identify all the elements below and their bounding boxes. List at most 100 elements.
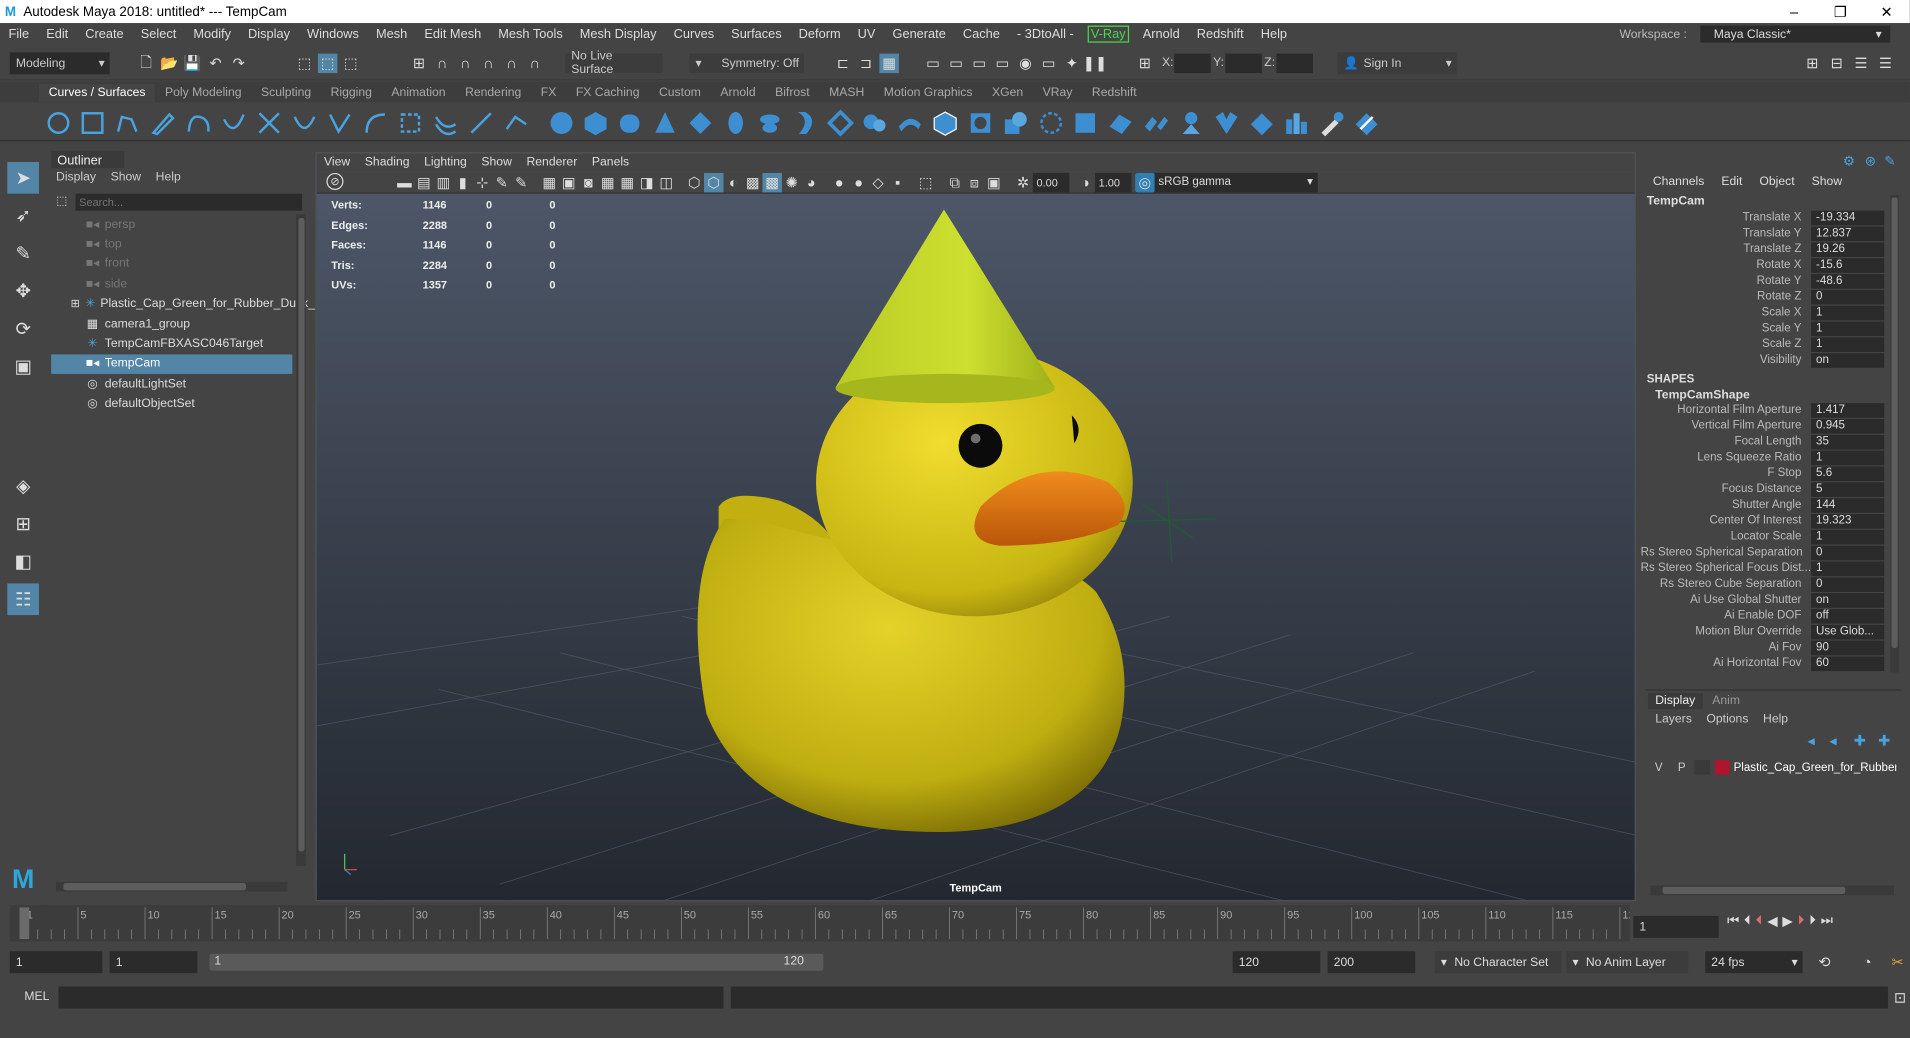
menu-vray[interactable]: V-Ray bbox=[1087, 25, 1130, 43]
channel-box-scrollbar[interactable] bbox=[1890, 194, 1899, 673]
minimize-button[interactable]: – bbox=[1771, 0, 1817, 23]
attribute-editor-icon[interactable]: ⊛ bbox=[1865, 153, 1876, 170]
viewport-menu-show[interactable]: Show bbox=[474, 156, 519, 169]
attribute-value[interactable]: 144 bbox=[1811, 497, 1885, 513]
camera-attributes-icon[interactable]: ⊘ bbox=[326, 172, 344, 191]
menu-deform[interactable]: Deform bbox=[790, 27, 849, 42]
list-item[interactable]: ⊞ ✳ Plastic_Cap_Green_for_Rubber_Duck_ bbox=[51, 294, 315, 314]
shelf-tab-xgen[interactable]: XGen bbox=[982, 84, 1033, 102]
viewport-menu-panels[interactable]: Panels bbox=[585, 156, 637, 169]
select-hierarchy-icon[interactable]: ⬚ bbox=[295, 54, 314, 73]
attribute-value[interactable]: -15.6 bbox=[1811, 257, 1885, 273]
attribute-value[interactable]: 0 bbox=[1811, 289, 1885, 304]
attribute-value[interactable]: 19.26 bbox=[1811, 241, 1885, 257]
hud-icon[interactable]: ▪ bbox=[888, 173, 907, 192]
nurbs-cylinder-icon[interactable] bbox=[616, 110, 643, 137]
attribute-value[interactable]: 1 bbox=[1811, 560, 1885, 576]
image-plane-icon[interactable]: ▤ bbox=[414, 173, 433, 192]
attribute-row[interactable]: Horizontal Film Aperture 1.417 bbox=[1641, 402, 1891, 418]
menu-windows[interactable]: Windows bbox=[299, 27, 368, 42]
persp-outliner-icon[interactable]: ◧ bbox=[7, 546, 39, 578]
menu-mesh-display[interactable]: Mesh Display bbox=[571, 27, 665, 42]
layer-menu-options[interactable]: Options bbox=[1706, 713, 1748, 726]
xray-icon[interactable]: ◫ bbox=[657, 173, 676, 192]
field-chart-icon[interactable]: ▣ bbox=[984, 173, 1003, 192]
attribute-value[interactable]: 12.837 bbox=[1811, 225, 1885, 241]
rotate-tool-icon[interactable]: ⟳ bbox=[7, 313, 39, 345]
layer-menu-help[interactable]: Help bbox=[1763, 713, 1788, 726]
lighting-editor-icon[interactable]: ✦ bbox=[1062, 54, 1081, 73]
extrude-icon[interactable] bbox=[861, 110, 888, 137]
snap-view-plane-icon[interactable]: ∩ bbox=[479, 54, 498, 73]
revolve-icon[interactable] bbox=[756, 110, 783, 137]
open-close-surfaces-icon[interactable] bbox=[1178, 110, 1205, 137]
menu-cache[interactable]: Cache bbox=[954, 27, 1008, 42]
list-item[interactable]: ▦ camera1_group bbox=[51, 314, 292, 334]
exposure-icon[interactable]: ✲ bbox=[1013, 173, 1032, 192]
attribute-row[interactable]: Scale X 1 bbox=[1641, 305, 1891, 321]
scale-tool-icon[interactable]: ▣ bbox=[7, 351, 39, 383]
attribute-value[interactable]: 1.417 bbox=[1811, 402, 1885, 418]
outliner-search-input[interactable] bbox=[75, 193, 303, 211]
outliner-tab[interactable]: Outliner bbox=[51, 151, 125, 169]
attribute-row[interactable]: Rs Stereo Cube Separation 0 bbox=[1641, 576, 1891, 592]
attribute-value[interactable]: Use Glob... bbox=[1811, 624, 1885, 639]
untrim-icon[interactable] bbox=[1072, 110, 1099, 137]
use-all-lights-icon[interactable]: ▦ bbox=[618, 173, 637, 192]
attribute-value[interactable]: 5.6 bbox=[1811, 465, 1885, 481]
menu-display[interactable]: Display bbox=[240, 27, 299, 42]
modeling-toolkit-icon[interactable]: ⊞ bbox=[1803, 54, 1822, 73]
live-surface-field[interactable]: No Live Surface bbox=[565, 50, 663, 77]
list-item[interactable]: ■◂ TempCam bbox=[51, 354, 293, 375]
attribute-row[interactable]: Focal Length 35 bbox=[1641, 434, 1891, 450]
range-slider-bar[interactable]: 1 120 bbox=[209, 953, 824, 971]
intersect-curves-icon[interactable] bbox=[256, 110, 283, 137]
outliner-menu-display[interactable]: Display bbox=[56, 171, 96, 184]
layer-row[interactable]: V P Plastic_Cap_Green_for_Rubber bbox=[1648, 756, 1896, 778]
xray-joints-icon[interactable]: ▩ bbox=[743, 173, 762, 192]
attribute-row[interactable]: Ai Enable DOF off bbox=[1641, 608, 1891, 624]
single-perspective-view-icon[interactable]: ◈ bbox=[7, 470, 39, 502]
detach-surfaces-icon[interactable] bbox=[1142, 110, 1169, 137]
outliner-vertical-scrollbar[interactable] bbox=[295, 214, 306, 866]
attach-curves-icon[interactable] bbox=[291, 110, 318, 137]
attribute-value[interactable]: 90 bbox=[1811, 640, 1885, 655]
new-layer-icon[interactable]: ✚ bbox=[1850, 731, 1869, 750]
color-management-icon[interactable]: ◎ bbox=[1135, 172, 1155, 193]
ambient-occlusion-icon[interactable]: ● bbox=[829, 173, 848, 192]
extend-surfaces-icon[interactable] bbox=[1248, 110, 1275, 137]
viewport-menu-view[interactable]: View bbox=[317, 156, 358, 169]
tool-settings-icon[interactable]: ☰ bbox=[1851, 54, 1870, 73]
search-options-icon[interactable]: ⬚ bbox=[56, 195, 68, 208]
start-frame-field[interactable]: 1 bbox=[9, 951, 103, 974]
attribute-value[interactable]: -48.6 bbox=[1811, 273, 1885, 289]
symmetry-dropdown[interactable]: ▾ Symmetry: Off bbox=[689, 53, 804, 74]
safe-action-icon[interactable]: ⧉ bbox=[945, 173, 964, 192]
shelf-tab-animation[interactable]: Animation bbox=[382, 84, 456, 102]
outliner-menu-help[interactable]: Help bbox=[156, 171, 181, 184]
nurbs-sphere-icon[interactable] bbox=[548, 110, 575, 137]
menu-create[interactable]: Create bbox=[77, 27, 132, 42]
shelf-tab-fx-caching[interactable]: FX Caching bbox=[566, 84, 649, 102]
sign-in-button[interactable]: 👤 Sign In ▾ bbox=[1337, 52, 1457, 75]
current-frame-field[interactable]: 1 bbox=[1633, 915, 1719, 938]
menu-redshift[interactable]: Redshift bbox=[1188, 27, 1252, 42]
layer-visibility-toggle[interactable]: V bbox=[1648, 761, 1670, 774]
menu-uv[interactable]: UV bbox=[849, 27, 884, 42]
menu-mesh[interactable]: Mesh bbox=[367, 27, 415, 42]
restore-button[interactable]: ❐ bbox=[1817, 0, 1863, 23]
outliner-layout-icon[interactable]: ☷ bbox=[7, 583, 39, 616]
layer-type-toggle[interactable] bbox=[1693, 760, 1711, 775]
loft-icon[interactable] bbox=[792, 110, 819, 137]
z-field[interactable] bbox=[1276, 53, 1314, 74]
snap-grid-icon[interactable]: ⊞ bbox=[409, 54, 428, 73]
attribute-row[interactable]: F Stop 5.6 bbox=[1641, 465, 1891, 481]
menu-select[interactable]: Select bbox=[132, 27, 185, 42]
attribute-row[interactable]: Ai Horizontal Fov 60 bbox=[1641, 655, 1891, 671]
output-ops-icon[interactable]: ⊐ bbox=[856, 54, 875, 73]
attribute-row[interactable]: Vertical Film Aperture 0.945 bbox=[1641, 418, 1891, 434]
menu-generate[interactable]: Generate bbox=[884, 27, 954, 42]
smooth-shade-icon[interactable]: ▣ bbox=[559, 173, 578, 192]
script-editor-icon[interactable]: ⊡ bbox=[1890, 988, 1909, 1007]
nurbs-square-icon[interactable] bbox=[79, 110, 106, 137]
